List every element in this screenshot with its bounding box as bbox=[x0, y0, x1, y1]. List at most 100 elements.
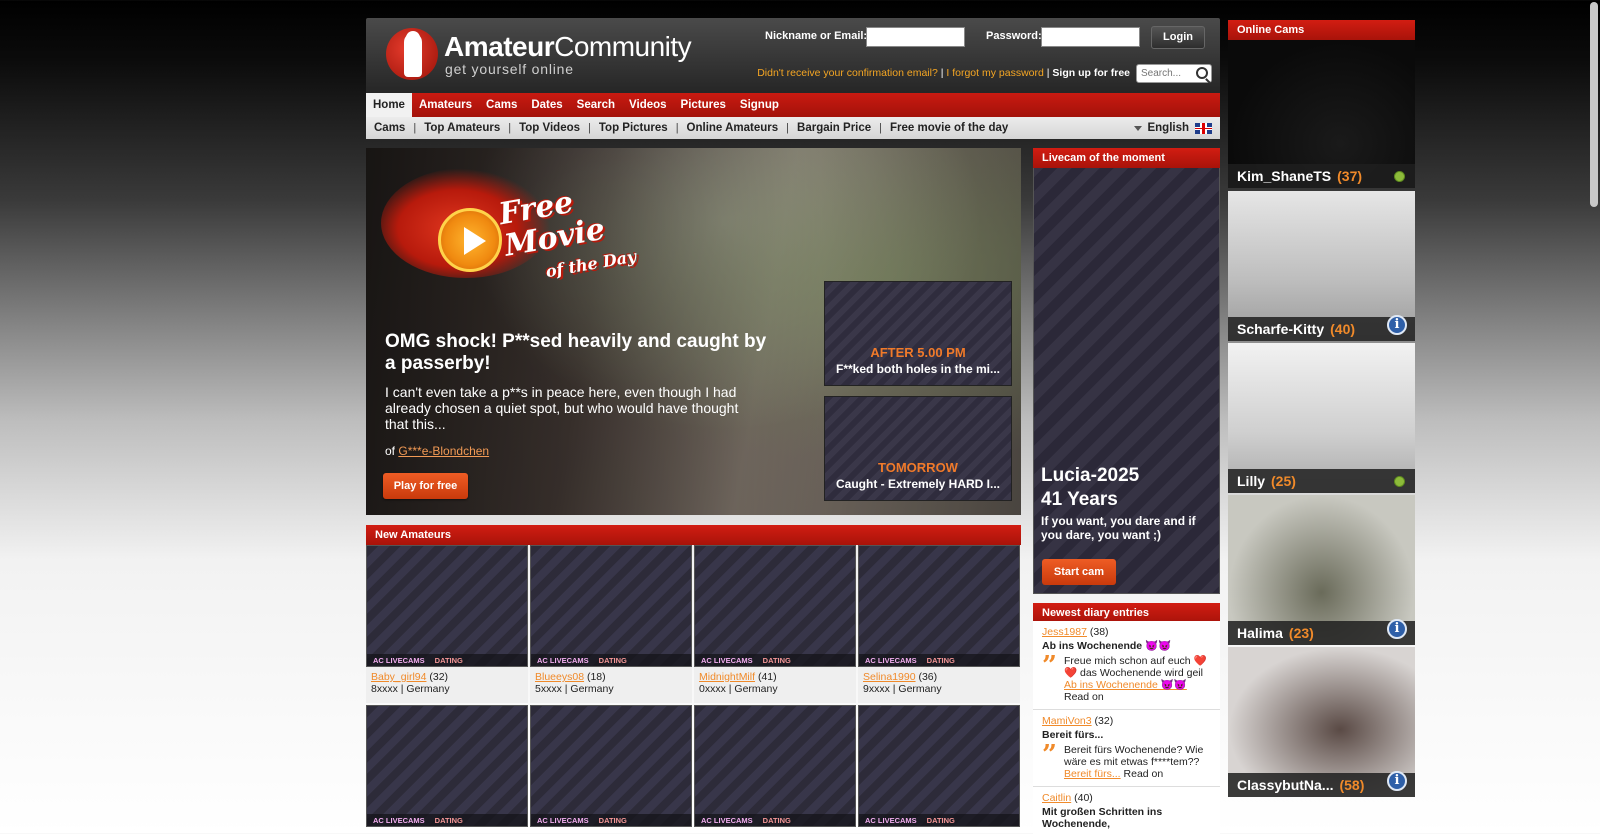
amateur-name-link[interactable]: Blueeys08 bbox=[535, 671, 584, 683]
nav-dates[interactable]: Dates bbox=[524, 93, 569, 117]
subnav-free-movie[interactable]: Free movie of the day bbox=[890, 122, 1008, 134]
scrollbar-thumb[interactable] bbox=[1590, 2, 1598, 207]
read-on-link[interactable]: Read on bbox=[1064, 691, 1104, 703]
confirmation-email-link[interactable]: Didn't receive your confirmation email? bbox=[757, 67, 938, 79]
subnav-bargain-price[interactable]: Bargain Price bbox=[797, 122, 871, 134]
amateur-thumbnail[interactable]: AC LIVECAMS DATING bbox=[694, 545, 856, 667]
online-cam-tile[interactable]: Halima (23) i bbox=[1228, 495, 1415, 645]
amateur-thumbnail[interactable]: AC LIVECAMS DATING bbox=[858, 545, 1020, 667]
amateur-thumbnail[interactable]: AC LIVECAMS DATING bbox=[530, 705, 692, 827]
hero-title[interactable]: OMG shock! P**sed heavily and caught by … bbox=[385, 331, 780, 375]
diary-entry-link[interactable]: Ab ins Wochenende 😈😈 bbox=[1064, 679, 1187, 691]
livecam-model-name: Lucia-2025 41 Years bbox=[1041, 464, 1139, 512]
play-for-free-button[interactable]: Play for free bbox=[383, 473, 468, 499]
diary-body: ” Bereit fürs Wochenende? Wie wäre es mi… bbox=[1042, 742, 1211, 780]
author-link[interactable]: G***e-Blondchen bbox=[398, 444, 489, 458]
free-movie-hero[interactable]: Free Movie of the Day OMG shock! P**sed … bbox=[366, 148, 1021, 515]
amateur-thumbnail[interactable]: AC LIVECAMS DATING bbox=[366, 705, 528, 827]
diary-text: Freue mich schon auf euch ❤️ ❤️ das Woch… bbox=[1064, 655, 1207, 679]
new-amateurs-heading: New Amateurs bbox=[366, 525, 1021, 545]
upcoming-movie-2[interactable]: TOMORROW Caught - Extremely HARD I... bbox=[824, 396, 1012, 501]
diary-user-link[interactable]: MamiVon3 bbox=[1042, 715, 1092, 727]
play-icon[interactable] bbox=[438, 208, 502, 272]
upcoming-movie-1[interactable]: AFTER 5.00 PM F**ked both holes in the m… bbox=[824, 281, 1012, 386]
tag-dating: DATING bbox=[926, 655, 955, 665]
amateur-location: 9xxxx | Germany bbox=[863, 683, 942, 695]
cam-name: Kim_ShaneTS bbox=[1237, 168, 1332, 184]
online-cam-tile[interactable]: Kim_ShaneTS (37) bbox=[1228, 40, 1415, 188]
logo-light: Community bbox=[554, 31, 692, 62]
amateur-name-link[interactable]: Selina1990 bbox=[863, 671, 916, 683]
hero-description: I can't even take a p**s in peace here, … bbox=[385, 384, 739, 432]
nickname-input[interactable] bbox=[866, 27, 965, 47]
search-icon[interactable] bbox=[1196, 67, 1208, 79]
nav-pictures[interactable]: Pictures bbox=[674, 93, 733, 117]
forgot-password-link[interactable]: I forgot my password bbox=[946, 67, 1043, 79]
login-button[interactable]: Login bbox=[1151, 26, 1205, 49]
nav-cams[interactable]: Cams bbox=[479, 93, 524, 117]
amateur-location: 8xxxx | Germany bbox=[371, 683, 450, 695]
read-on-link[interactable]: Read on bbox=[1124, 768, 1164, 780]
upcoming-title: F**ked both holes in the mi... bbox=[835, 362, 1000, 376]
site-logo-text[interactable]: AmateurCommunity bbox=[444, 31, 692, 63]
info-icon[interactable]: i bbox=[1387, 771, 1407, 791]
amateur-thumbnail[interactable]: AC LIVECAMS DATING bbox=[366, 545, 528, 667]
cam-name: Scharfe-Kitty bbox=[1237, 321, 1325, 337]
subnav-top-pictures[interactable]: Top Pictures bbox=[599, 122, 668, 134]
diary-user-link[interactable]: Caitlin bbox=[1042, 792, 1071, 804]
signup-link[interactable]: Sign up for free bbox=[1052, 67, 1130, 79]
cam-age: (58) bbox=[1339, 777, 1365, 793]
cam-label: ClassybutNa... (58) i bbox=[1228, 771, 1415, 797]
site-tagline: get yourself online bbox=[445, 61, 574, 77]
tag-livecams: AC LIVECAMS bbox=[537, 655, 589, 665]
search-input[interactable] bbox=[1137, 65, 1192, 82]
amateur-thumbnail[interactable]: AC LIVECAMS DATING bbox=[858, 705, 1020, 827]
info-icon[interactable]: i bbox=[1387, 315, 1407, 335]
start-cam-button[interactable]: Start cam bbox=[1042, 559, 1116, 585]
amateur-thumbnail[interactable]: AC LIVECAMS DATING bbox=[694, 705, 856, 827]
nav-amateurs[interactable]: Amateurs bbox=[412, 93, 479, 117]
online-cam-tile[interactable]: Scharfe-Kitty (40) i bbox=[1228, 191, 1415, 341]
logo-icon[interactable] bbox=[386, 28, 438, 80]
subnav-separator: | bbox=[588, 122, 591, 134]
nav-home[interactable]: Home bbox=[366, 93, 412, 117]
diary-title: Mit großen Schritten ins Wochenende, bbox=[1042, 806, 1163, 830]
online-cams-heading: Online Cams bbox=[1228, 20, 1415, 40]
nav-search[interactable]: Search bbox=[570, 93, 622, 117]
amateur-info: Baby_girl94 (32) 8xxxx | Germany bbox=[366, 667, 528, 703]
subnav-top-videos[interactable]: Top Videos bbox=[519, 122, 580, 134]
password-input[interactable] bbox=[1041, 27, 1140, 47]
tag-dating: DATING bbox=[598, 655, 627, 665]
diary-user-age: (38) bbox=[1089, 626, 1109, 638]
subnav-separator: | bbox=[675, 122, 679, 134]
nickname-label: Nickname or Email: bbox=[765, 30, 868, 42]
subnav-online-amateurs[interactable]: Online Amateurs bbox=[687, 122, 779, 134]
amateur-name-link[interactable]: MidnightMilf bbox=[699, 671, 755, 683]
amateur-name-link[interactable]: Baby_girl94 bbox=[371, 671, 426, 683]
logo-bold: Amateur bbox=[444, 31, 555, 62]
diary-entry-link[interactable]: Bereit fürs... bbox=[1064, 768, 1121, 780]
online-cam-tile[interactable]: ClassybutNa... (58) i bbox=[1228, 647, 1415, 797]
info-icon[interactable]: i bbox=[1387, 619, 1407, 639]
diary-user-link[interactable]: Jess1987 bbox=[1042, 626, 1087, 638]
tag-dating: DATING bbox=[598, 815, 627, 825]
livecam-quote: If you want, you dare and if you dare, y… bbox=[1041, 514, 1196, 542]
subnav-top-amateurs[interactable]: Top Amateurs bbox=[424, 122, 500, 134]
amateur-location: 5xxxx | Germany bbox=[535, 683, 614, 695]
amateur-thumbnail[interactable]: AC LIVECAMS DATING bbox=[530, 545, 692, 667]
tag-dating: DATING bbox=[434, 815, 463, 825]
nav-videos[interactable]: Videos bbox=[622, 93, 674, 117]
logo-figure-icon bbox=[404, 31, 422, 77]
page-scrollbar[interactable] bbox=[1588, 0, 1600, 834]
subnav-separator: | bbox=[879, 122, 883, 134]
card-tags: AC LIVECAMS DATING bbox=[859, 654, 1019, 666]
nav-signup[interactable]: Signup bbox=[733, 93, 786, 117]
language-selector[interactable]: English bbox=[1134, 117, 1212, 139]
card-tags: AC LIVECAMS DATING bbox=[695, 814, 855, 826]
cam-age: (40) bbox=[1330, 321, 1356, 337]
subnav-cams[interactable]: Cams bbox=[374, 122, 405, 134]
livecam-of-the-moment[interactable]: Lucia-2025 41 Years If you want, you dar… bbox=[1033, 148, 1220, 594]
card-tags: AC LIVECAMS DATING bbox=[367, 814, 527, 826]
online-cam-tile[interactable]: Lilly (25) bbox=[1228, 343, 1415, 493]
tag-dating: DATING bbox=[926, 815, 955, 825]
